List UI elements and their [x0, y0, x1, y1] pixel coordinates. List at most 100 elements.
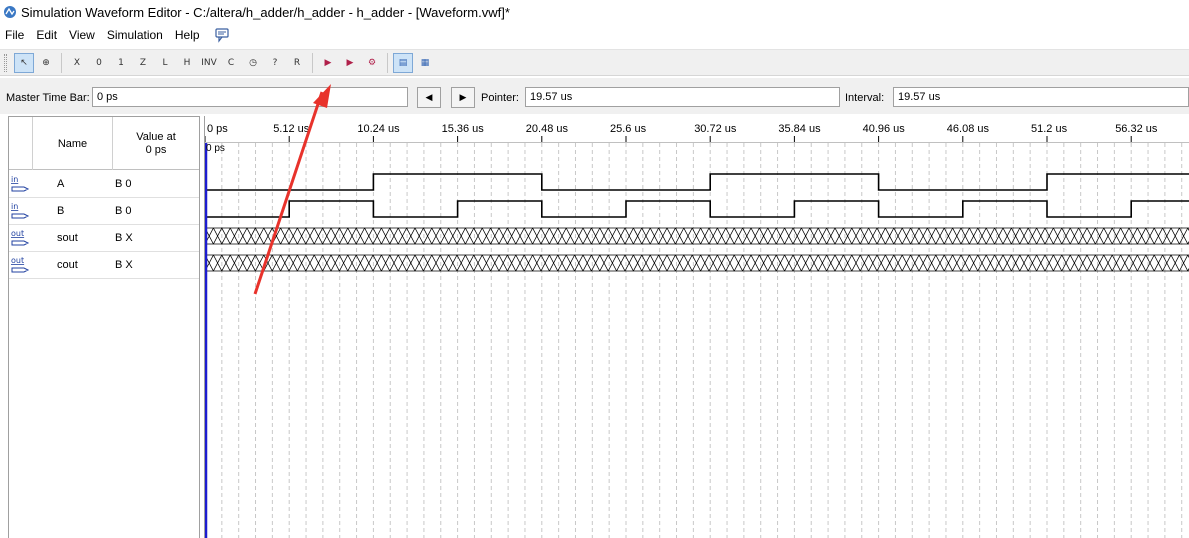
force-high-impedance-icon: Z	[139, 57, 147, 68]
count-value-button[interactable]: C	[221, 53, 241, 73]
clock-button[interactable]: ◷	[243, 53, 263, 73]
ruler-tick-label: 20.48 us	[525, 123, 568, 135]
force-weak-low-button[interactable]: L	[155, 53, 175, 73]
value-header-line2: 0 ps	[145, 143, 167, 156]
pin-direction-label: in	[11, 175, 18, 184]
force-unknown-button[interactable]: X	[67, 53, 87, 73]
input-pin-icon: in	[11, 175, 30, 192]
signal-value: B X	[115, 232, 133, 244]
ruler-tick-label: 5.12 us	[273, 123, 310, 135]
output-pin-icon: out	[11, 256, 30, 273]
ruler-tick-label: 51.2 us	[1031, 123, 1068, 135]
signal-list: Name Value at 0 ps in A B 0 in B B 0 out sout B …	[8, 116, 200, 538]
ruler-tick-label: 0 ps	[207, 123, 228, 135]
random-value-button[interactable]: R	[287, 53, 307, 73]
menu-view[interactable]: View	[63, 28, 101, 42]
force-low-icon: 0	[96, 57, 102, 68]
generate-netlist-button[interactable]: ⚙	[362, 53, 382, 73]
master-cursor-label: 0 ps	[206, 143, 225, 154]
run-timing-simulation-icon: ▶	[346, 57, 354, 68]
force-high-impedance-button[interactable]: Z	[133, 53, 153, 73]
clock-icon: ◷	[249, 57, 257, 68]
waveform-panel[interactable]: 0 ps 5.12 us 10.24 us 15.36 us 20.48 us 25.6 …	[204, 116, 1189, 538]
ruler-tick-label: 25.6 us	[610, 123, 647, 135]
signal-row-cout[interactable]: out cout B X	[9, 252, 199, 279]
signal-row-sout[interactable]: out sout B X	[9, 225, 199, 252]
waveform-view-button[interactable]: ▤	[393, 52, 413, 73]
interval-field[interactable]: 19.57 us	[893, 87, 1189, 107]
count-value-icon: C	[227, 57, 235, 68]
toolbar: ↖ ⊕ X 0 1 Z L H INV C ◷? R ▶ ▶ ⚙ ▤ ▦	[0, 49, 1189, 76]
force-unknown-icon: X	[73, 57, 81, 68]
force-weak-high-button[interactable]: H	[177, 53, 197, 73]
menu-bar: File Edit View Simulation Help	[0, 24, 1189, 46]
zoom-tool-icon: ⊕	[42, 57, 50, 68]
invert-button[interactable]: INV	[199, 53, 219, 73]
menu-edit[interactable]: Edit	[30, 28, 63, 42]
selection-tool-button[interactable]: ↖	[14, 52, 34, 73]
menu-help[interactable]: Help	[169, 28, 206, 42]
pin-direction-label: out	[11, 256, 24, 265]
menu-simulation[interactable]: Simulation	[101, 28, 169, 42]
invert-icon: INV	[201, 57, 217, 68]
ruler-tick-label: 46.08 us	[946, 123, 989, 135]
waveform-A	[205, 173, 1189, 191]
waveform-view-icon: ▤	[398, 57, 408, 68]
signal-list-header: Name Value at 0 ps	[9, 117, 199, 170]
force-low-button[interactable]: 0	[89, 53, 109, 73]
run-functional-simulation-icon: ▶	[324, 57, 332, 68]
force-weak-high-icon: H	[183, 57, 191, 68]
waveform-B	[205, 200, 1189, 218]
snap-to-grid-icon: ▦	[420, 57, 430, 68]
time-ruler[interactable]: 0 ps 5.12 us 10.24 us 15.36 us 20.48 us 25.6 …	[205, 116, 1189, 143]
toolbar-separator	[61, 52, 62, 73]
selection-tool-icon: ↖	[20, 57, 28, 68]
value-header-line1: Value at	[136, 130, 176, 143]
waveform-sout	[205, 227, 1189, 245]
generate-netlist-icon: ⚙	[367, 57, 377, 68]
pin-direction-label: in	[11, 202, 18, 211]
value-column-header[interactable]: Value at 0 ps	[113, 117, 199, 170]
pointer-field[interactable]: 19.57 us	[525, 87, 840, 107]
master-time-bar-field[interactable]: 0 ps	[92, 87, 408, 107]
force-weak-low-icon: L	[162, 57, 168, 68]
force-high-button[interactable]: 1	[111, 53, 131, 73]
window-title: Simulation Waveform Editor - C:/altera/h…	[21, 4, 510, 20]
ruler-tick-label: 56.32 us	[1115, 123, 1158, 135]
feedback-icon[interactable]	[214, 27, 230, 43]
toolbar-grip[interactable]	[4, 53, 7, 72]
arrow-left-icon: ◀	[425, 92, 433, 102]
header-icon-column	[9, 117, 33, 170]
signal-row-B[interactable]: in B B 0	[9, 198, 199, 225]
title-bar: Simulation Waveform Editor - C:/altera/h…	[0, 0, 1189, 24]
signal-name: sout	[57, 232, 78, 244]
signal-name: B	[57, 205, 65, 217]
ruler-tick-label: 10.24 us	[357, 123, 400, 135]
arbitrary-value-button[interactable]: ?	[265, 53, 285, 73]
arbitrary-value-icon: ?	[272, 57, 278, 68]
arrow-right-icon: ▶	[459, 92, 467, 102]
ruler-tick-label: 30.72 us	[694, 123, 737, 135]
signal-row-A[interactable]: in A B 0	[9, 171, 199, 198]
waveform-canvas[interactable]	[205, 116, 1189, 538]
signal-value: B 0	[115, 205, 132, 217]
signal-name: cout	[57, 259, 78, 271]
name-column-header[interactable]: Name	[33, 117, 113, 170]
pointer-label: Pointer:	[481, 92, 519, 104]
signal-value: B X	[115, 259, 133, 271]
force-high-icon: 1	[118, 57, 124, 68]
master-time-bar-label: Master Time Bar:	[6, 92, 90, 104]
signal-value: B 0	[115, 178, 132, 190]
interval-label: Interval:	[845, 92, 885, 104]
waveform-cout	[205, 254, 1189, 272]
next-transition-button[interactable]: ▶	[451, 87, 475, 108]
menu-file[interactable]: File	[0, 28, 30, 42]
zoom-tool-button[interactable]: ⊕	[36, 53, 56, 73]
pin-direction-label: out	[11, 229, 24, 238]
snap-to-grid-button[interactable]: ▦	[415, 53, 435, 73]
input-pin-icon: in	[11, 202, 30, 219]
run-timing-simulation-button[interactable]: ▶	[340, 53, 360, 73]
previous-transition-button[interactable]: ◀	[417, 87, 441, 108]
ruler-tick-label: 35.84 us	[778, 123, 821, 135]
run-functional-simulation-button[interactable]: ▶	[318, 53, 338, 73]
